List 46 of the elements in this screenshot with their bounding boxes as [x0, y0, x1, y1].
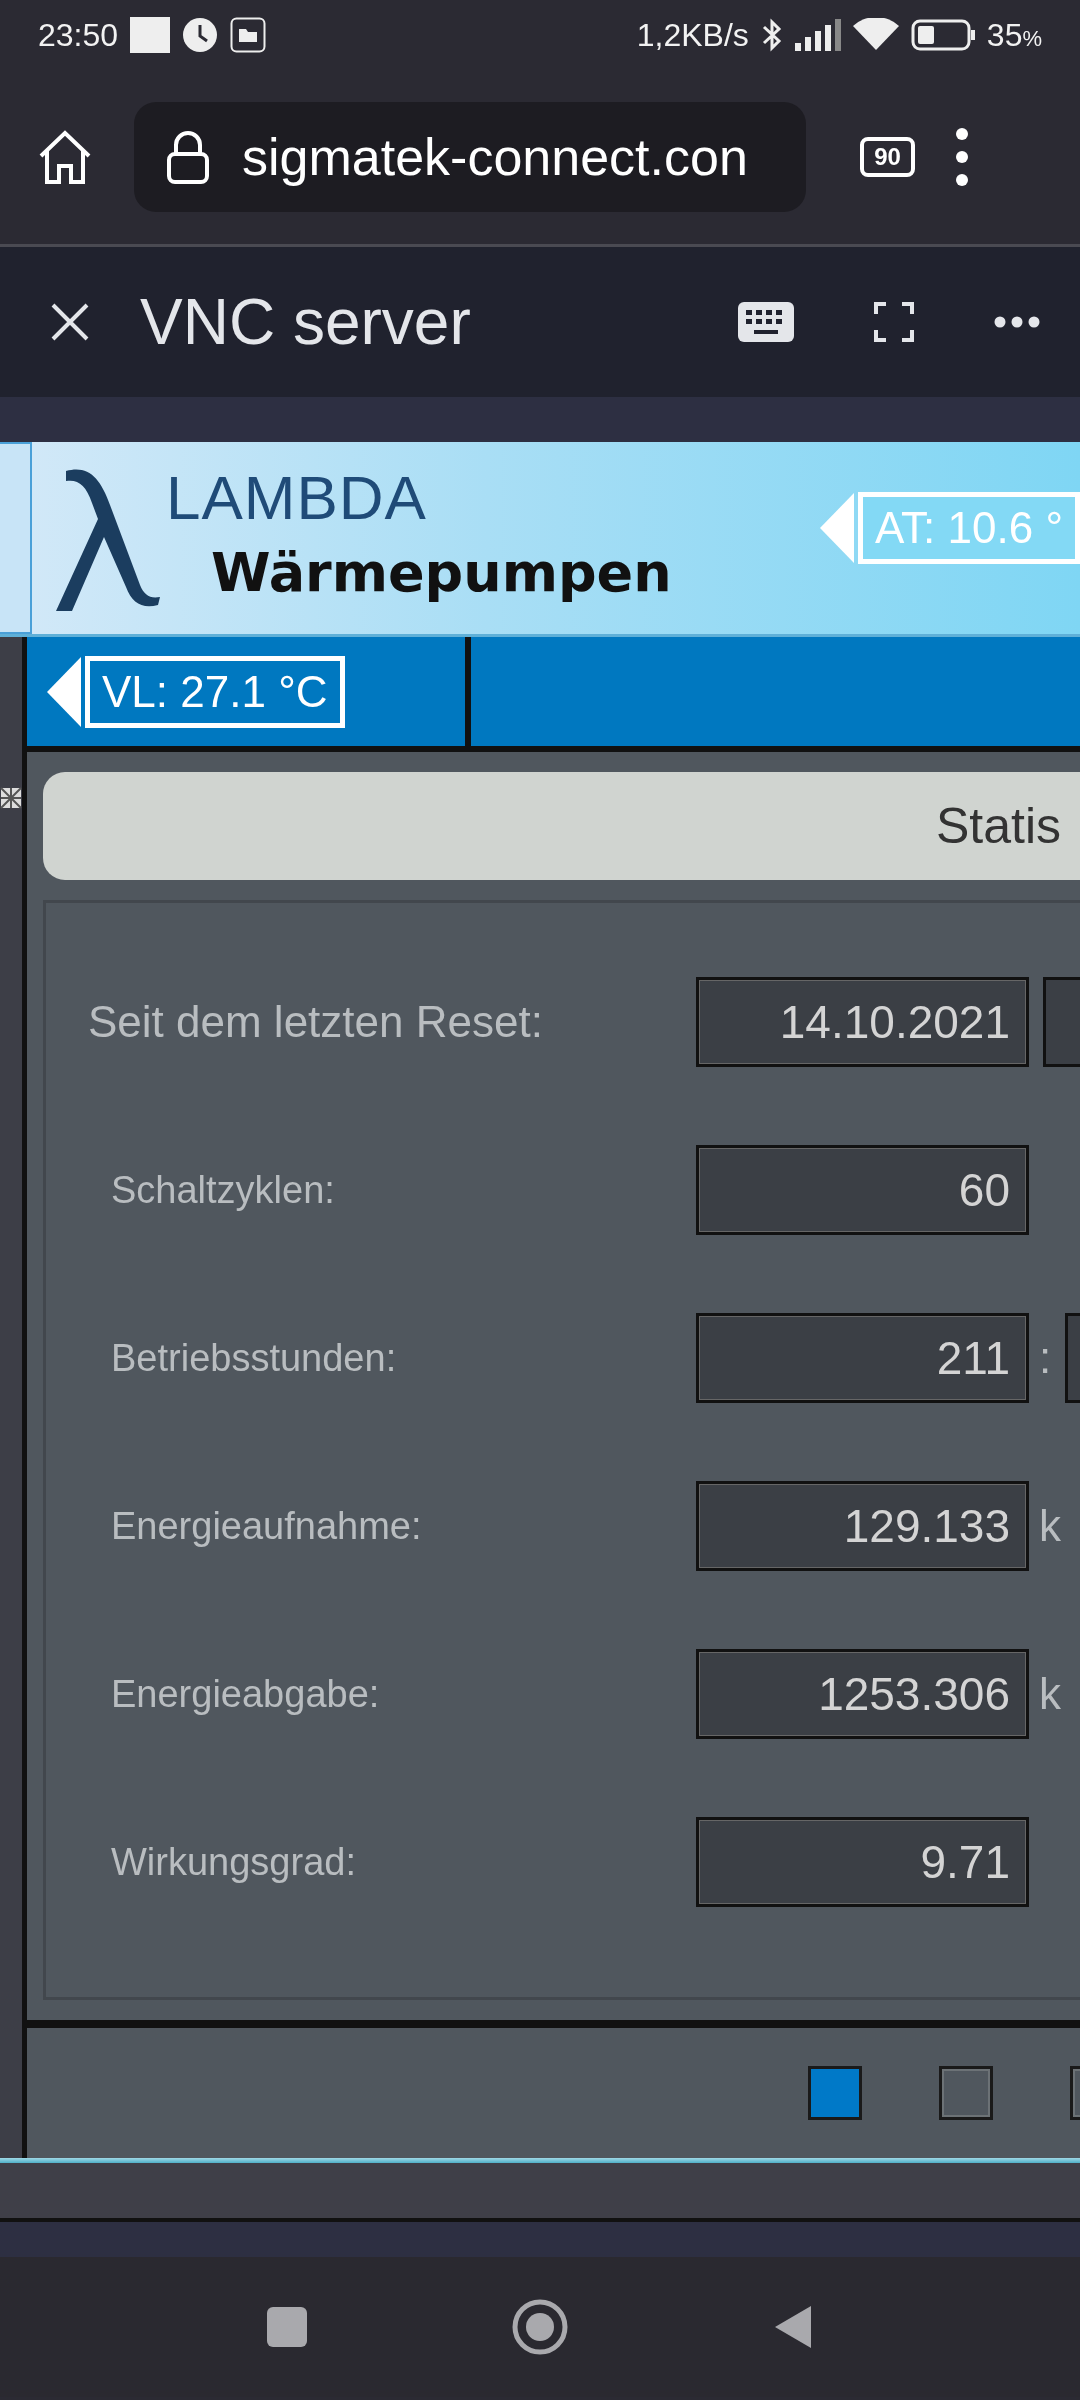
notification-icon: [130, 17, 171, 53]
wifi-icon: [852, 18, 899, 52]
clock-icon: [182, 17, 219, 53]
unit-label: k: [1039, 1669, 1061, 1720]
value-field: 211: [696, 1313, 1029, 1404]
field-label: Wirkungsgrad:: [110, 1840, 357, 1884]
app-title: VNC server: [140, 285, 472, 359]
unit-label: :: [1039, 1333, 1052, 1384]
field-label: Energieaufnahme:: [110, 1504, 423, 1548]
folder-icon: [230, 17, 267, 53]
network-speed: 1,2KB/s: [636, 16, 749, 54]
panel-title: Statis: [936, 797, 1062, 856]
field-label: Energieabgabe:: [110, 1672, 381, 1716]
arrow-icon: [47, 656, 81, 727]
value-field: 60: [696, 1145, 1029, 1236]
close-icon[interactable]: [50, 302, 90, 342]
signal-icon: [794, 19, 841, 51]
page-indicator[interactable]: [939, 2066, 993, 2121]
grid-icon: [0, 787, 22, 810]
field-label: Seit dem letzten Reset:: [88, 997, 544, 1048]
value-field: 129.133: [696, 1481, 1029, 1572]
flow-temperature: VL: 27.1 °C: [85, 655, 345, 728]
field-label: Schaltzyklen:: [110, 1168, 336, 1212]
tab-count[interactable]: 90: [860, 137, 915, 177]
clock-time: 23:50: [38, 16, 119, 54]
page-indicator[interactable]: [808, 2066, 862, 2121]
home-icon[interactable]: [512, 2299, 568, 2355]
outdoor-temperature: AT: 10.6 °: [858, 492, 1080, 565]
lock-icon: [166, 130, 210, 184]
value-field: 1253.306: [696, 1649, 1029, 1740]
battery-level: 35%: [986, 16, 1042, 54]
field-label: Betriebsstunden:: [110, 1336, 398, 1380]
value-field: 14.10.2021: [696, 977, 1029, 1068]
battery-icon: [910, 19, 975, 51]
brand-tagline: Wärmepumpen: [211, 541, 672, 605]
address-bar[interactable]: sigmatek-connect.con: [134, 102, 806, 212]
fullscreen-icon[interactable]: [874, 302, 914, 342]
brand-name: LAMBDA: [166, 462, 428, 534]
arrow-icon: [820, 493, 854, 564]
more-icon[interactable]: [994, 316, 1040, 328]
unit-label: k: [1039, 1501, 1061, 1552]
menu-icon[interactable]: [955, 127, 969, 187]
bluetooth-icon: [760, 17, 783, 53]
back-icon[interactable]: [773, 2304, 813, 2350]
value-field: 9.71: [696, 1817, 1029, 1908]
keyboard-icon[interactable]: [738, 302, 794, 342]
